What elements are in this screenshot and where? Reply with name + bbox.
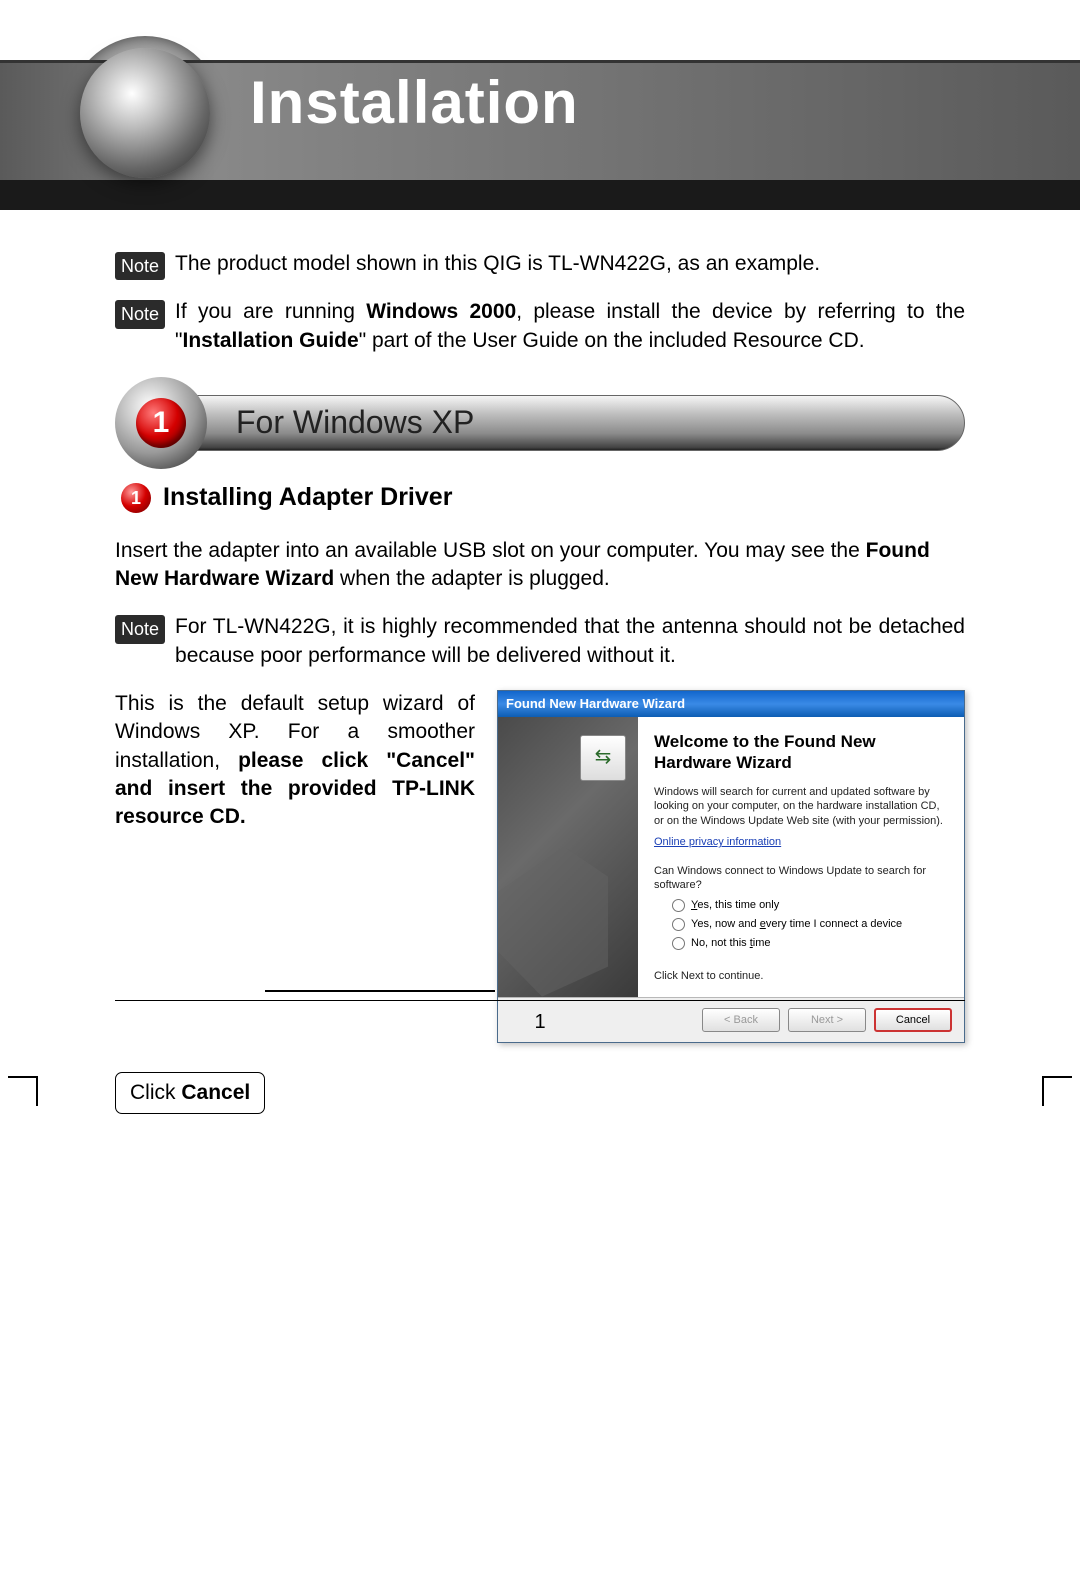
text: No, not this <box>691 937 750 949</box>
text: Yes, now and <box>691 918 760 930</box>
text: " part of the User Guide on the included… <box>359 329 865 352</box>
page-number: 1 <box>534 1011 545 1033</box>
section-number-circle-icon: 1 <box>115 377 207 469</box>
page-title: Installation <box>250 68 579 137</box>
hardware-icon: ⇆ <box>580 735 626 781</box>
callout-box: Click Cancel <box>115 1072 265 1114</box>
hardware-wizard-dialog: Found New Hardware Wizard ⇆ Welcome to t… <box>497 690 965 1043</box>
page-header: Installation <box>0 60 1080 210</box>
text-bold: Cancel <box>181 1081 250 1104</box>
text: es, this time only <box>697 899 779 911</box>
wizard-continue-text: Click Next to continue. <box>654 969 946 983</box>
note-badge: Note <box>115 252 165 280</box>
wizard-heading: Welcome to the Found New Hardware Wizard <box>654 731 946 774</box>
privacy-link[interactable]: Online privacy information <box>654 835 781 850</box>
radio-yes-once[interactable]: Yes, this time only <box>672 898 946 913</box>
note-badge: Note <box>115 300 165 328</box>
radio-yes-always[interactable]: Yes, now and every time I connect a devi… <box>672 917 946 932</box>
note-text: The product model shown in this QIG is T… <box>175 250 820 278</box>
note-row: Note For TL-WN422G, it is highly recomme… <box>115 613 965 670</box>
sub-heading: 1 Installing Adapter Driver <box>121 481 965 515</box>
wizard-sidebar: ⇆ <box>498 717 638 997</box>
crop-mark <box>8 1076 38 1106</box>
section-header: For Windows XP 1 <box>115 395 965 451</box>
section-title: For Windows XP <box>155 395 965 451</box>
note-row: Note If you are running Windows 2000, pl… <box>115 298 965 355</box>
paragraph: This is the default setup wizard of Wind… <box>115 690 475 832</box>
crop-mark <box>1042 1076 1072 1106</box>
wizard-titlebar: Found New Hardware Wizard <box>498 691 964 717</box>
wizard-question: Can Windows connect to Windows Update to… <box>654 864 946 893</box>
section-number: 1 <box>136 398 186 448</box>
radio-label: No, not this time <box>691 936 771 951</box>
callout-connector-line <box>265 990 495 992</box>
note-badge: Note <box>115 615 165 643</box>
page-footer: 1 <box>115 1000 965 1034</box>
instruction-column: This is the default setup wizard of Wind… <box>115 690 475 1114</box>
text: very time I connect a device <box>766 918 902 930</box>
subhead-title: Installing Adapter Driver <box>163 481 452 515</box>
wizard-decor-icon <box>498 847 608 997</box>
note-text: For TL-WN422G, it is highly recommended … <box>175 613 965 670</box>
wizard-radio-group: Yes, this time only Yes, now and every t… <box>672 898 946 951</box>
text-bold: Windows 2000 <box>366 300 516 323</box>
header-sphere-icon <box>80 48 210 178</box>
text: when the adapter is plugged. <box>334 567 610 590</box>
wizard-description: Windows will search for current and upda… <box>654 785 946 828</box>
radio-input[interactable] <box>672 937 685 950</box>
text: ime <box>753 937 771 949</box>
radio-label: Yes, now and every time I connect a devi… <box>691 917 902 932</box>
text: If you are running <box>175 300 366 323</box>
radio-input[interactable] <box>672 918 685 931</box>
note-row: Note The product model shown in this QIG… <box>115 250 965 280</box>
text: Click <box>130 1081 181 1104</box>
text-bold: Installation Guide <box>183 329 359 352</box>
text: Insert the adapter into an available USB… <box>115 539 866 562</box>
subhead-number-icon: 1 <box>121 483 151 513</box>
radio-no[interactable]: No, not this time <box>672 936 946 951</box>
radio-label: Yes, this time only <box>691 898 779 913</box>
paragraph: Insert the adapter into an available USB… <box>115 537 965 594</box>
note-text: If you are running Windows 2000, please … <box>175 298 965 355</box>
radio-input[interactable] <box>672 899 685 912</box>
